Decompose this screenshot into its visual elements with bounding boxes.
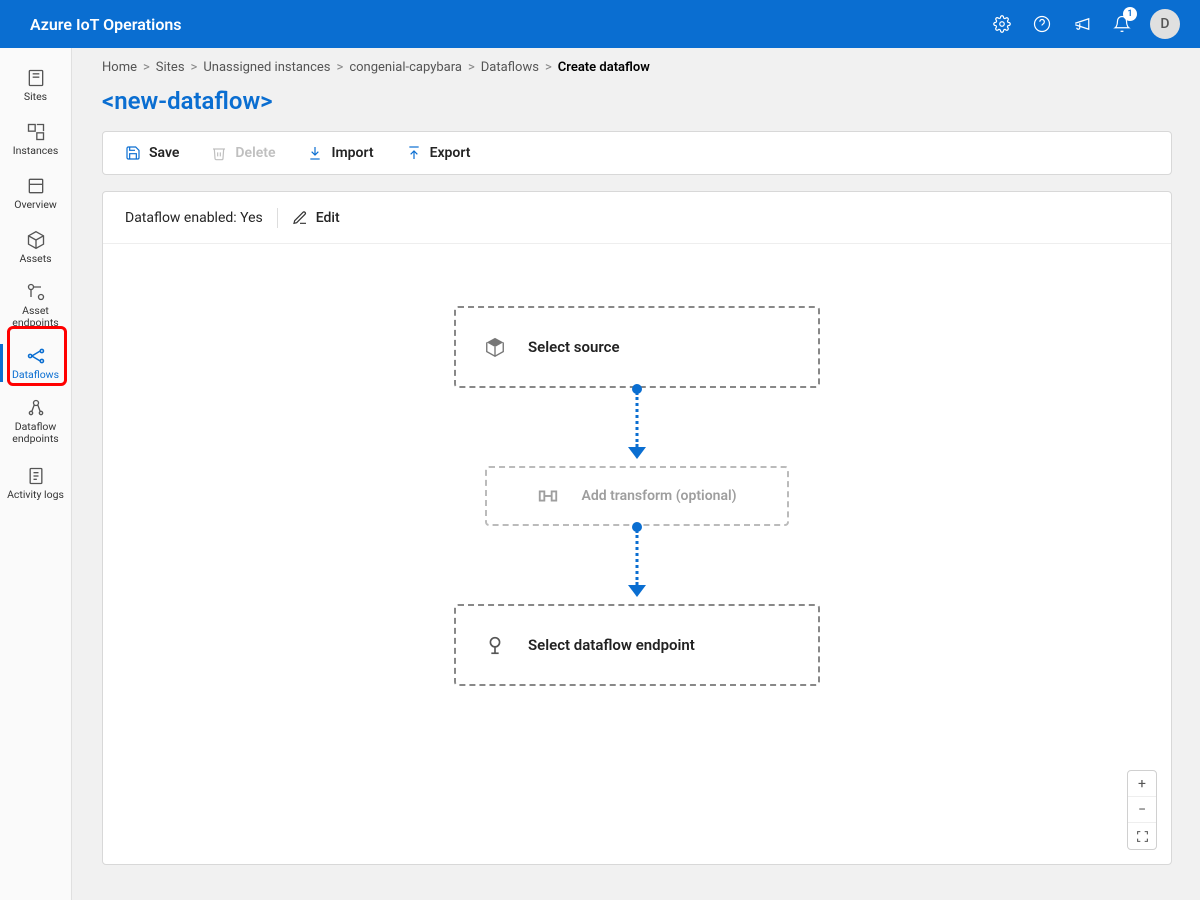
app-header: Azure IoT Operations 1 D (0, 0, 1200, 48)
rail-dataflows[interactable]: Dataflows (0, 336, 71, 390)
main-content: Home> Sites> Unassigned instances> conge… (72, 48, 1200, 900)
delete-button: Delete (211, 145, 275, 161)
settings-icon[interactable] (982, 0, 1022, 48)
edit-label: Edit (316, 210, 340, 226)
edit-button[interactable]: Edit (292, 210, 340, 226)
node-transform-label: Add transform (optional) (581, 488, 736, 504)
rail-label: Sites (24, 91, 47, 103)
breadcrumb: Home> Sites> Unassigned instances> conge… (102, 60, 1172, 75)
rail-activity-logs[interactable]: Activity logs (0, 452, 71, 514)
rail-dataflow-endpoints[interactable]: Dataflow endpoints (0, 390, 71, 452)
crumb-dataflows[interactable]: Dataflows (481, 60, 539, 75)
rail-instances[interactable]: Instances (0, 112, 71, 166)
app-title: Azure IoT Operations (30, 15, 182, 34)
notifications-icon[interactable]: 1 (1102, 0, 1142, 48)
user-avatar[interactable]: D (1150, 9, 1180, 39)
node-select-source[interactable]: Select source (454, 306, 820, 388)
zoom-fit-button[interactable] (1128, 823, 1156, 849)
crumb-home[interactable]: Home (102, 60, 137, 75)
crumb-sites[interactable]: Sites (156, 60, 185, 75)
rail-label: Overview (14, 199, 57, 211)
rail-assets[interactable]: Assets (0, 220, 71, 274)
rail-asset-endpoints[interactable]: Asset endpoints (0, 274, 71, 336)
canvas-header: Dataflow enabled: Yes Edit (103, 192, 1171, 244)
connector-arrow-icon (628, 447, 646, 459)
divider (277, 208, 278, 228)
export-label: Export (430, 145, 471, 161)
notification-badge: 1 (1123, 7, 1137, 21)
crumb-unassigned[interactable]: Unassigned instances (203, 60, 330, 75)
import-button[interactable]: Import (307, 145, 373, 161)
rail-sites[interactable]: Sites (0, 58, 71, 112)
dataflow-graph[interactable]: Select source Add transform (optional) S… (103, 244, 1171, 864)
rail-label: Dataflows (12, 369, 59, 381)
node-add-transform[interactable]: Add transform (optional) (485, 466, 789, 526)
export-button[interactable]: Export (406, 145, 471, 161)
connector-arrow-icon (628, 585, 646, 597)
dataflow-canvas-panel: Dataflow enabled: Yes Edit Select source… (102, 191, 1172, 865)
node-select-endpoint[interactable]: Select dataflow endpoint (454, 604, 820, 686)
connector-line (636, 530, 639, 585)
save-button[interactable]: Save (125, 145, 179, 161)
command-bar: Save Delete Import Export (102, 131, 1172, 175)
rail-label: Asset endpoints (0, 305, 71, 328)
help-icon[interactable] (1022, 0, 1062, 48)
connector-line (636, 392, 639, 447)
crumb-instance[interactable]: congenial-capybara (349, 60, 462, 75)
dataflow-enabled-label: Dataflow enabled: Yes (125, 210, 263, 226)
rail-label: Dataflow endpoints (0, 421, 71, 444)
node-endpoint-label: Select dataflow endpoint (528, 636, 695, 654)
announcements-icon[interactable] (1062, 0, 1102, 48)
crumb-current: Create dataflow (558, 60, 650, 75)
zoom-out-button[interactable]: − (1128, 797, 1156, 823)
left-nav-rail: Sites Instances Overview Assets Asset en… (0, 48, 72, 900)
page-title: <new-dataflow> (102, 87, 1172, 115)
rail-label: Activity logs (7, 489, 64, 501)
rail-overview[interactable]: Overview (0, 166, 71, 220)
import-label: Import (331, 145, 373, 161)
rail-label: Instances (13, 145, 59, 157)
delete-label: Delete (235, 145, 275, 161)
node-source-label: Select source (528, 338, 620, 356)
save-label: Save (149, 145, 179, 161)
zoom-controls: + − (1127, 770, 1157, 850)
zoom-in-button[interactable]: + (1128, 771, 1156, 797)
rail-label: Assets (19, 253, 51, 265)
